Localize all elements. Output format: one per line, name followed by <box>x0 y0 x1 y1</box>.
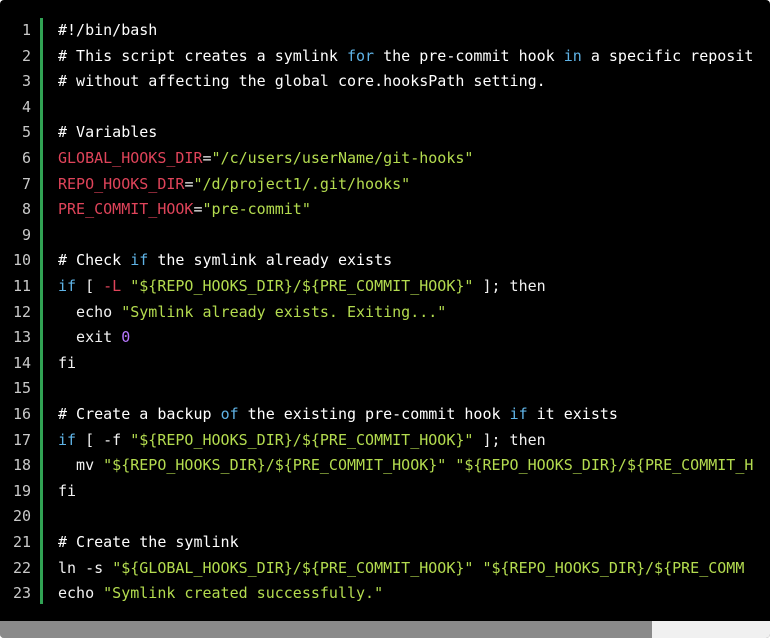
code-line: echo "Symlink created successfully." <box>58 581 383 607</box>
code-token: if <box>509 405 528 423</box>
code-line: # Create the symlink <box>58 530 239 556</box>
line-number: 6 <box>21 149 31 167</box>
code-token: GLOBAL_HOOKS_DIR <box>58 149 203 167</box>
scrollbar-thumb[interactable] <box>0 621 652 638</box>
line-number: 21 <box>12 533 31 551</box>
code-block: 1 2 3 4 5 6 7 8 9 10 11 12 13 14 15 16 17 18 19 20 21 22 23 #!… <box>0 0 770 638</box>
code-token: echo <box>58 584 104 603</box>
line-number: 5 <box>21 123 31 142</box>
code-line: mv "${REPO_HOOKS_DIR}/${PRE_COMMIT_HOOK}… <box>58 453 753 479</box>
code-line: GLOBAL_HOOKS_DIR="/c/users/userName/git-… <box>58 146 473 172</box>
code-token: "${REPO_HOOKS_DIR}/${PRE_COMM <box>482 558 745 577</box>
line-number: 22 <box>12 558 31 577</box>
code-line: fi <box>58 351 76 377</box>
line-number-gutter: 1 2 3 4 5 6 7 8 9 10 11 12 13 14 15 16 17 18 19 20 21 22 23 <box>0 0 40 620</box>
code-token: it exists <box>527 405 618 423</box>
line-number: 9 <box>21 225 31 244</box>
horizontal-scrollbar[interactable] <box>0 621 770 638</box>
line-number: 8 <box>21 200 31 219</box>
code-line: if [ -f "${REPO_HOOKS_DIR}/${PRE_COMMIT_… <box>58 428 546 454</box>
code-line: #!/bin/bash <box>58 18 157 44</box>
line-number: 17 <box>12 430 31 449</box>
code-token: fi <box>58 353 77 372</box>
code-token: PRE_COMMIT_HOOK <box>58 200 194 219</box>
code-line: # This script creates a symlink for the … <box>58 44 753 70</box>
code-token: -L <box>103 277 122 295</box>
code-token: of <box>220 405 239 423</box>
code-token: # Variables <box>58 123 158 142</box>
code-line: # Check if the symlink already exists <box>58 248 392 274</box>
code-token: "Symlink already exists. Exiting..." <box>121 302 447 321</box>
code-token: = <box>202 149 212 167</box>
line-number: 19 <box>12 481 31 500</box>
code-token: #!/bin/bash <box>58 21 158 39</box>
line-number: 23 <box>12 584 31 603</box>
code-token: "/c/users/userName/git-hooks" <box>211 149 474 167</box>
line-number: 10 <box>12 251 31 270</box>
code-token: "pre-commit" <box>202 200 311 219</box>
line-number: 2 <box>21 46 31 65</box>
code-line: # Create a backup of the existing pre-co… <box>58 402 618 428</box>
code-token: "${REPO_HOOKS_DIR}/${PRE_COMMIT_H <box>455 456 754 475</box>
code-token: the symlink already exists <box>148 251 393 270</box>
code-token: if <box>58 277 77 295</box>
code-token: ln -s <box>58 558 113 577</box>
code-line: # without affecting the global core.hook… <box>58 69 546 95</box>
line-number: 3 <box>21 72 31 91</box>
code-token: = <box>193 200 203 219</box>
code-token: # without affecting the global core.hook… <box>58 72 546 91</box>
code-line: # Variables <box>58 120 157 146</box>
code-token: "/d/project1/.git/hooks" <box>193 174 411 193</box>
line-number: 15 <box>12 379 31 398</box>
code-token: # This script creates a symlink <box>58 46 347 65</box>
code-token: # Create the symlink <box>58 533 239 551</box>
code-token: ]; then <box>473 430 546 449</box>
line-number: 4 <box>21 97 31 116</box>
code-token: echo <box>58 302 122 321</box>
line-number: 18 <box>12 456 31 475</box>
gutter-divider <box>40 18 43 604</box>
code-token: if <box>58 430 77 449</box>
code-token: 0 <box>121 328 131 347</box>
code-token: [ -f <box>76 430 131 449</box>
line-number: 13 <box>12 328 31 347</box>
code-token: "${GLOBAL_HOOKS_DIR}/${PRE_COMMIT_HOOK}" <box>112 558 474 577</box>
code-token: fi <box>58 481 77 500</box>
code-line: if [ -L "${REPO_HOOKS_DIR}/${PRE_COMMIT_… <box>58 274 546 300</box>
code-token: # Check <box>58 251 131 270</box>
line-number: 20 <box>12 507 31 526</box>
code-token: if <box>130 251 149 270</box>
code-token: mv <box>58 456 104 475</box>
code-token: the pre-commit hook <box>374 46 564 65</box>
line-number: 7 <box>21 174 31 193</box>
code-token: "${REPO_HOOKS_DIR}/${PRE_COMMIT_HOOK}" <box>103 456 447 475</box>
line-number: 16 <box>12 405 31 423</box>
code-token: in <box>563 46 582 65</box>
code-token: exit <box>58 328 122 347</box>
code-token: # Create a backup <box>58 405 221 423</box>
code-line: PRE_COMMIT_HOOK="pre-commit" <box>58 197 311 223</box>
code-line: echo "Symlink already exists. Exiting...… <box>58 300 446 326</box>
code-token: REPO_HOOKS_DIR <box>58 174 185 193</box>
code-token: for <box>346 46 375 65</box>
code-token: a specific reposit <box>581 46 754 65</box>
code-area[interactable]: #!/bin/bash # This script creates a symli… <box>58 0 770 620</box>
line-number: 14 <box>12 353 31 372</box>
code-token: ]; then <box>473 277 546 295</box>
code-token: "${REPO_HOOKS_DIR}/${PRE_COMMIT_HOOK}" <box>130 430 474 449</box>
line-number: 12 <box>12 302 31 321</box>
code-line: REPO_HOOKS_DIR="/d/project1/.git/hooks" <box>58 172 410 198</box>
code-line: ln -s "${GLOBAL_HOOKS_DIR}/${PRE_COMMIT_… <box>58 556 744 582</box>
code-line: exit 0 <box>58 325 130 351</box>
line-number: 11 <box>12 277 31 295</box>
code-line: fi <box>58 479 76 505</box>
code-token: the existing pre-commit hook <box>238 405 510 423</box>
line-number: 1 <box>21 21 31 39</box>
code-token: [ <box>76 277 104 295</box>
code-token: "Symlink created successfully." <box>103 584 384 603</box>
code-token: "${REPO_HOOKS_DIR}/${PRE_COMMIT_HOOK}" <box>130 277 474 295</box>
